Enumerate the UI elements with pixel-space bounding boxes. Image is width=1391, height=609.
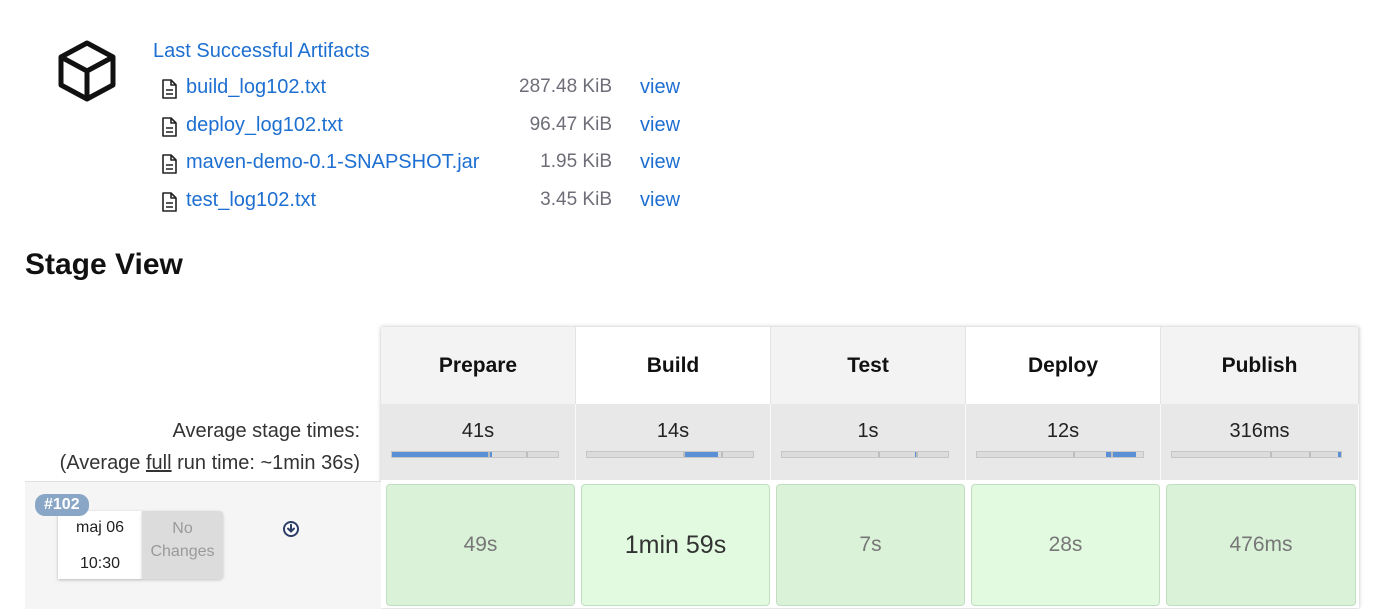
download-icon[interactable] (283, 521, 299, 537)
stage-view-heading: Stage View (25, 248, 183, 281)
avg-progress-bar (391, 451, 559, 458)
stage-header-build: Build (576, 327, 771, 404)
avg-time: 316ms (1229, 420, 1290, 442)
build-changes[interactable]: No Changes (142, 511, 223, 579)
avg-progress-bar (976, 451, 1144, 458)
build-time: 10:30 (79, 555, 121, 572)
artifacts-title-link[interactable]: Last Successful Artifacts (153, 40, 370, 63)
file-icon (162, 154, 177, 174)
artifact-view-link[interactable]: view (640, 151, 680, 174)
avg-cell-build: 14s (576, 404, 771, 480)
avg-time: 14s (656, 420, 690, 442)
artifact-size: 3.45 KiB (540, 189, 612, 210)
artifact-row: build_log102.txt 287.48 KiB view (160, 74, 720, 100)
avg-progress-bar (781, 451, 949, 458)
artifact-name-link[interactable]: deploy_log102.txt (186, 114, 343, 137)
file-icon (162, 117, 177, 137)
artifact-name-link[interactable]: build_log102.txt (186, 76, 326, 99)
stage-result-deploy[interactable]: 28s (971, 484, 1160, 606)
avg-cell-prepare: 41s (381, 404, 576, 480)
artifact-view-link[interactable]: view (640, 76, 680, 99)
stage-result-prepare[interactable]: 49s (386, 484, 575, 606)
avg-progress-bar (586, 451, 754, 458)
stage-result-publish[interactable]: 476ms (1166, 484, 1356, 606)
avg-progress-fill (683, 452, 719, 457)
artifact-row: deploy_log102.txt 96.47 KiB view (160, 112, 720, 138)
stage-header-deploy: Deploy (966, 327, 1161, 404)
build-number-badge[interactable]: #102 (35, 494, 89, 516)
avg-progress-fill (1337, 452, 1341, 457)
artifact-view-link[interactable]: view (640, 189, 680, 212)
artifact-row: maven-demo-0.1-SNAPSHOT.jar 1.95 KiB vie… (160, 149, 720, 175)
stage-header-publish: Publish (1161, 327, 1359, 404)
stage-header-test: Test (771, 327, 966, 404)
stage-result-build[interactable]: 1min 59s (581, 484, 770, 606)
avg-progress-fill (392, 452, 492, 457)
artifact-size: 287.48 KiB (519, 76, 612, 97)
average-stage-times-label: Average stage times: (172, 420, 360, 442)
avg-progress-bar (1171, 451, 1342, 458)
avg-cell-publish: 316ms (1161, 404, 1359, 480)
stage-header-prepare: Prepare (381, 327, 576, 404)
package-icon (58, 40, 116, 102)
avg-cell-test: 1s (771, 404, 966, 480)
avg-cell-deploy: 12s (966, 404, 1161, 480)
build-row: maj 06 10:30 No Changes #102 (25, 481, 381, 609)
avg-full-word: full (146, 452, 172, 474)
artifact-size: 96.47 KiB (529, 114, 612, 135)
avg-time: 1s (857, 420, 879, 442)
avg-full-prefix: (Average (59, 452, 146, 474)
artifact-view-link[interactable]: view (640, 114, 680, 137)
artifact-name-link[interactable]: maven-demo-0.1-SNAPSHOT.jar (186, 151, 479, 174)
avg-time: 41s (461, 420, 495, 442)
build-date: maj 06 (75, 519, 125, 536)
file-icon (162, 192, 177, 212)
artifact-name-link[interactable]: test_log102.txt (186, 189, 316, 212)
average-times-label-area: Average stage times: (Average full run t… (25, 404, 380, 480)
build-date-box: maj 06 10:30 (58, 511, 142, 579)
average-full-run-time: (Average full run time: ~1min 36s) (60, 452, 360, 475)
artifact-size: 1.95 KiB (540, 151, 612, 172)
stage-result-test[interactable]: 7s (776, 484, 965, 606)
file-icon (162, 79, 177, 99)
stage-view-table: Prepare Build Test Deploy Publish 41s 14… (381, 327, 1359, 608)
artifact-row: test_log102.txt 3.45 KiB view (160, 187, 720, 213)
avg-time: 12s (1046, 420, 1080, 442)
avg-full-suffix: run time: ~1min 36s) (171, 452, 360, 474)
